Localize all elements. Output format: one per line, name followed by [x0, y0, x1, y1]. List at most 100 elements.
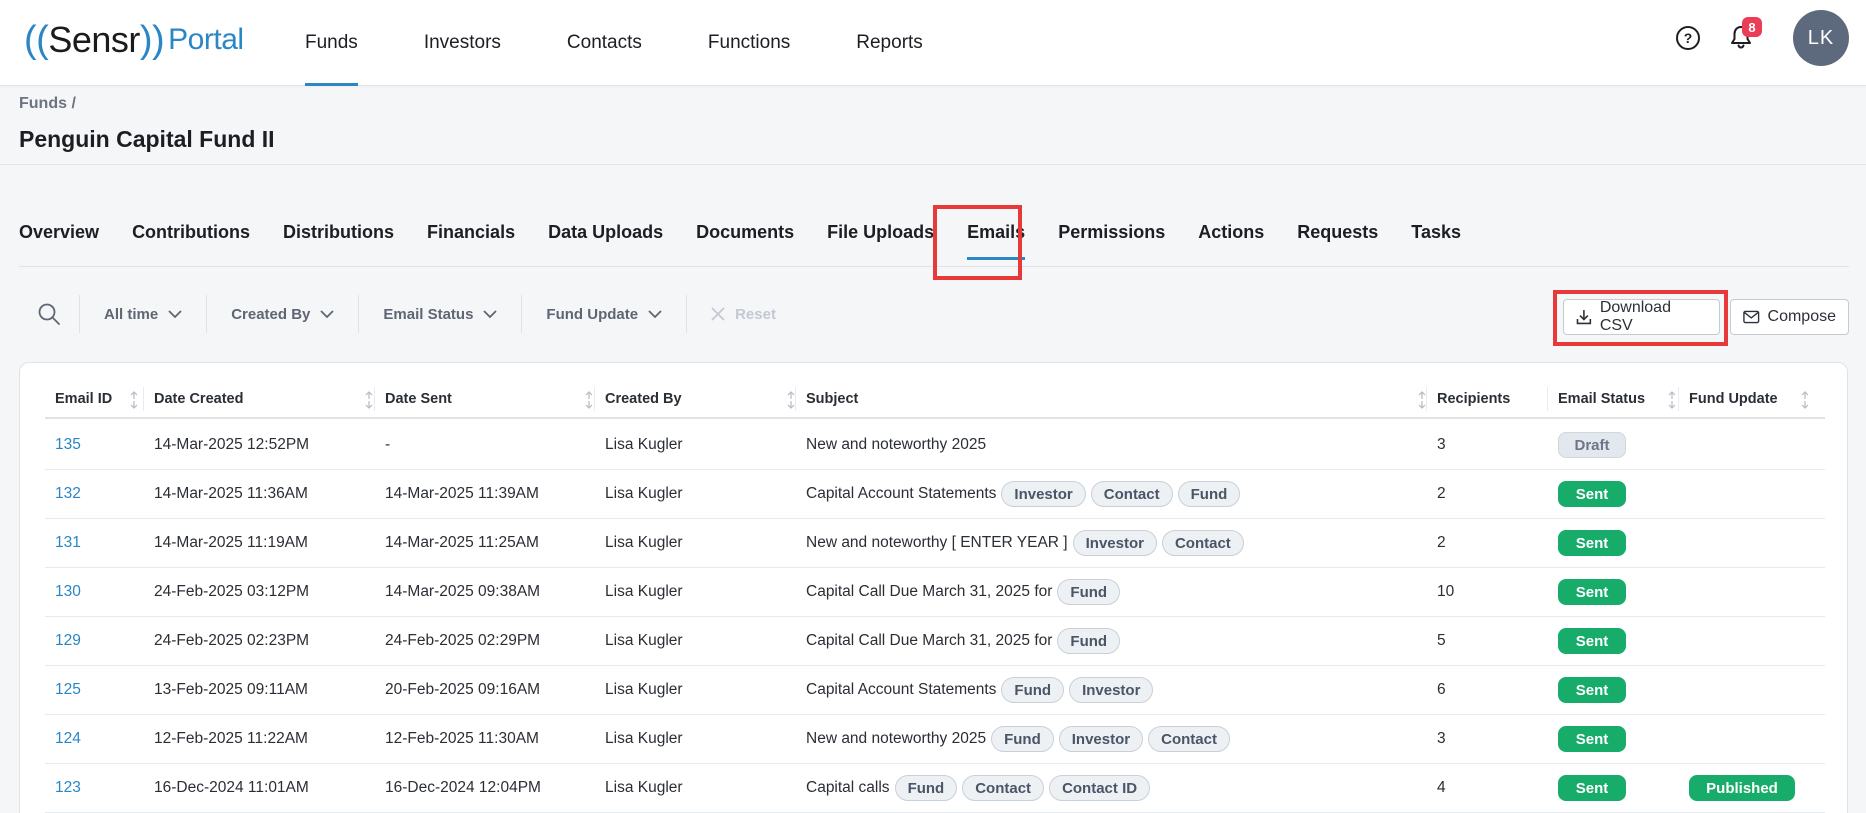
sort-icon[interactable] [365, 390, 373, 410]
page-title: Penguin Capital Fund II [19, 126, 275, 152]
table-row[interactable]: 124 12-Feb-2025 11:22AM 12-Feb-2025 11:3… [45, 715, 1825, 764]
table-row[interactable]: 125 13-Feb-2025 09:11AM 20-Feb-2025 09:1… [45, 666, 1825, 715]
tab-distributions[interactable]: Distributions [283, 210, 394, 254]
email-id-link[interactable]: 135 [45, 421, 81, 469]
tag-chip: Investor [1001, 481, 1086, 507]
subject-cell: New and noteworthy 2025 Fund Investor Co… [796, 715, 1230, 763]
email-id-link[interactable]: 129 [45, 617, 81, 665]
notifications-button[interactable]: 8 [1728, 17, 1762, 52]
table-row[interactable]: 130 24-Feb-2025 03:12PM 14-Mar-2025 09:3… [45, 568, 1825, 617]
column-recipients: Recipients [1427, 379, 1547, 419]
date-sent-cell: 14-Mar-2025 11:39AM [385, 485, 539, 502]
tag-chip: Fund [1177, 481, 1241, 507]
chevron-down-icon [320, 310, 335, 319]
sensr-portal-logo[interactable]: ((Sensr)) Portal [24, 18, 244, 62]
email-id-link[interactable]: 130 [45, 568, 81, 616]
sort-icon[interactable] [1801, 390, 1809, 410]
user-avatar[interactable]: LK [1793, 10, 1849, 66]
breadcrumb[interactable]: Funds / [19, 95, 76, 113]
recipients-cell: 2 [1437, 534, 1446, 551]
column-label: Email ID [55, 391, 113, 407]
tab-requests[interactable]: Requests [1297, 210, 1378, 254]
nav-contacts[interactable]: Contacts [567, 0, 642, 86]
status-badge: Draft [1558, 432, 1626, 458]
column-email-id[interactable]: Email ID [45, 379, 143, 419]
email-status-cell: Sent [1548, 617, 1626, 665]
subject-cell: Capital Account Statements Investor Cont… [796, 470, 1241, 518]
table-row[interactable]: 135 14-Mar-2025 12:52PM - Lisa Kugler Ne… [45, 421, 1825, 470]
tab-overview[interactable]: Overview [19, 210, 99, 254]
column-label: Recipients [1437, 391, 1511, 407]
column-created-by[interactable]: Created By [595, 379, 795, 419]
table-row[interactable]: 123 16-Dec-2024 11:01AM 16-Dec-2024 12:0… [45, 764, 1825, 813]
tab-actions[interactable]: Actions [1198, 210, 1264, 254]
date-sent-cell: 24-Feb-2025 02:29PM [385, 632, 541, 649]
nav-investors[interactable]: Investors [424, 0, 501, 86]
nav-funds[interactable]: Funds [305, 0, 358, 86]
sort-icon[interactable] [787, 390, 795, 410]
email-id-link[interactable]: 123 [45, 764, 81, 812]
subject-text: Capital Account Statements [806, 681, 997, 698]
time-filter-dropdown[interactable]: All time [80, 294, 206, 334]
column-date-sent[interactable]: Date Sent [375, 379, 594, 419]
date-sent-cell: - [385, 436, 391, 453]
nav-functions[interactable]: Functions [708, 0, 790, 86]
email-id-link[interactable]: 124 [45, 715, 81, 763]
column-date-created[interactable]: Date Created [144, 379, 374, 419]
sort-icon[interactable] [130, 390, 138, 410]
email-id-link[interactable]: 132 [45, 470, 81, 518]
help-icon[interactable]: ? [1676, 26, 1700, 50]
top-navigation-bar: ((Sensr)) Portal Funds Investors Contacts… [0, 0, 1866, 86]
tag-chip: Investor [1072, 530, 1157, 556]
date-created-cell: 12-Feb-2025 11:22AM [154, 730, 308, 747]
date-created-cell: 14-Mar-2025 11:36AM [154, 485, 308, 502]
chevron-down-icon [168, 310, 182, 319]
email-status-cell: Sent [1548, 666, 1626, 714]
search-button[interactable] [19, 302, 79, 326]
column-email-status[interactable]: Email Status [1548, 379, 1678, 419]
sort-icon[interactable] [585, 390, 593, 410]
status-badge: Sent [1558, 726, 1626, 752]
created-by-cell: Lisa Kugler [605, 779, 683, 796]
created-by-filter-dropdown[interactable]: Created By [207, 294, 358, 334]
nav-reports[interactable]: Reports [856, 0, 923, 86]
table-header: Email ID Date Created Date Sent Created … [45, 379, 1825, 419]
table-row[interactable]: 132 14-Mar-2025 11:36AM 14-Mar-2025 11:3… [45, 470, 1825, 519]
created-by-cell: Lisa Kugler [605, 632, 683, 649]
chevron-down-icon [648, 310, 662, 319]
column-subject[interactable]: Subject [796, 379, 1406, 419]
tab-tasks[interactable]: Tasks [1411, 210, 1461, 254]
table-row[interactable]: 129 24-Feb-2025 02:23PM 24-Feb-2025 02:2… [45, 617, 1825, 666]
reset-filters-button[interactable]: Reset [687, 294, 800, 334]
tab-financials[interactable]: Financials [427, 210, 515, 254]
date-created-cell: 14-Mar-2025 11:19AM [154, 534, 308, 551]
tab-data-uploads[interactable]: Data Uploads [548, 210, 663, 254]
fund-update-filter-dropdown[interactable]: Fund Update [522, 294, 686, 334]
tab-permissions[interactable]: Permissions [1058, 210, 1165, 254]
created-by-filter-label: Created By [231, 305, 311, 323]
table-row[interactable]: 131 14-Mar-2025 11:19AM 14-Mar-2025 11:2… [45, 519, 1825, 568]
emails-table: Email ID Date Created Date Sent Created … [19, 362, 1848, 813]
email-id-link[interactable]: 131 [45, 519, 81, 567]
compose-button[interactable]: Compose [1730, 299, 1849, 335]
sort-icon[interactable] [1418, 390, 1426, 410]
close-icon [711, 307, 725, 321]
email-id-link[interactable]: 125 [45, 666, 81, 714]
fund-update-cell: Published [1679, 764, 1795, 812]
logo-signal-left: (( [24, 18, 49, 61]
tag-chip: Fund [894, 775, 958, 801]
created-by-cell: Lisa Kugler [605, 485, 683, 502]
tab-documents[interactable]: Documents [696, 210, 794, 254]
date-created-cell: 24-Feb-2025 02:23PM [154, 632, 310, 649]
divider [0, 164, 1866, 165]
tab-file-uploads[interactable]: File Uploads [827, 210, 934, 254]
email-status-filter-dropdown[interactable]: Email Status [359, 294, 521, 334]
tab-contributions[interactable]: Contributions [132, 210, 250, 254]
email-status-cell: Sent [1548, 764, 1626, 812]
sort-icon[interactable] [1668, 390, 1676, 410]
recipients-cell: 3 [1437, 730, 1446, 747]
created-by-cell: Lisa Kugler [605, 534, 683, 551]
email-status-cell: Sent [1548, 519, 1626, 567]
subject-cell: Capital Account Statements Fund Investor [796, 666, 1154, 714]
column-label: Created By [605, 391, 682, 407]
